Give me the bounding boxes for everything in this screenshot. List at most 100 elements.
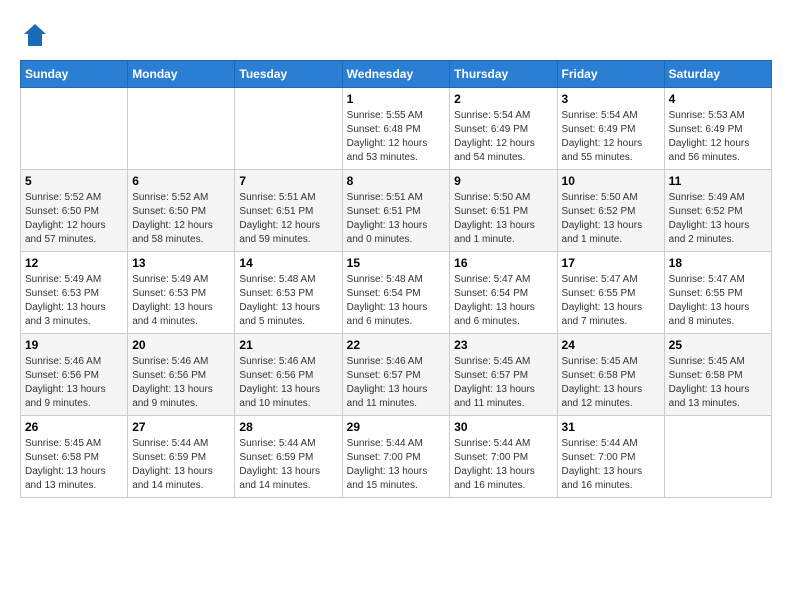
day-info: Sunrise: 5:48 AM Sunset: 6:54 PM Dayligh… [347, 273, 446, 329]
day-header-monday: Monday [128, 61, 235, 88]
day-header-wednesday: Wednesday [342, 61, 450, 88]
calendar-cell: 1 Sunrise: 5:55 AM Sunset: 6:48 PM Daylig… [342, 88, 450, 170]
day-number: 29 [347, 420, 446, 434]
day-info: Sunrise: 5:52 AM Sunset: 6:50 PM Dayligh… [132, 191, 230, 247]
day-number: 7 [239, 174, 337, 188]
day-number: 14 [239, 256, 337, 270]
calendar-week-4: 19 Sunrise: 5:46 AM Sunset: 6:56 PM Dayli… [21, 334, 772, 416]
day-info: Sunrise: 5:48 AM Sunset: 6:53 PM Dayligh… [239, 273, 337, 329]
day-header-friday: Friday [557, 61, 664, 88]
calendar-cell: 27 Sunrise: 5:44 AM Sunset: 6:59 PM Dayli… [128, 416, 235, 498]
calendar-cell: 31Sunrise: 5:44 AM Sunset: 7:00 PM Dayli… [557, 416, 664, 498]
day-info: Sunrise: 5:49 AM Sunset: 6:52 PM Dayligh… [669, 191, 767, 247]
day-number: 6 [132, 174, 230, 188]
calendar-cell: 6 Sunrise: 5:52 AM Sunset: 6:50 PM Daylig… [128, 170, 235, 252]
day-header-sunday: Sunday [21, 61, 128, 88]
day-info: Sunrise: 5:46 AM Sunset: 6:57 PM Dayligh… [347, 355, 446, 411]
day-info: Sunrise: 5:54 AM Sunset: 6:49 PM Dayligh… [562, 109, 660, 165]
day-info: Sunrise: 5:45 AM Sunset: 6:58 PM Dayligh… [669, 355, 767, 411]
day-number: 30 [454, 420, 552, 434]
day-info: Sunrise: 5:45 AM Sunset: 6:58 PM Dayligh… [25, 437, 123, 493]
day-info: Sunrise: 5:52 AM Sunset: 6:50 PM Dayligh… [25, 191, 123, 247]
calendar-cell: 4 Sunrise: 5:53 AM Sunset: 6:49 PM Daylig… [664, 88, 771, 170]
day-info: Sunrise: 5:49 AM Sunset: 6:53 PM Dayligh… [25, 273, 123, 329]
day-header-thursday: Thursday [450, 61, 557, 88]
calendar-week-1: 1 Sunrise: 5:55 AM Sunset: 6:48 PM Daylig… [21, 88, 772, 170]
page-header [20, 20, 772, 50]
day-info: Sunrise: 5:46 AM Sunset: 6:56 PM Dayligh… [239, 355, 337, 411]
day-info: Sunrise: 5:49 AM Sunset: 6:53 PM Dayligh… [132, 273, 230, 329]
calendar-cell: 12 Sunrise: 5:49 AM Sunset: 6:53 PM Dayli… [21, 252, 128, 334]
calendar-cell: 7 Sunrise: 5:51 AM Sunset: 6:51 PM Daylig… [235, 170, 342, 252]
day-info: Sunrise: 5:50 AM Sunset: 6:52 PM Dayligh… [562, 191, 660, 247]
day-number: 12 [25, 256, 123, 270]
day-info: Sunrise: 5:46 AM Sunset: 6:56 PM Dayligh… [25, 355, 123, 411]
day-number: 10 [562, 174, 660, 188]
day-info: Sunrise: 5:44 AM Sunset: 7:00 PM Dayligh… [562, 437, 660, 493]
day-number: 8 [347, 174, 446, 188]
day-number: 23 [454, 338, 552, 352]
day-number: 3 [562, 92, 660, 106]
calendar-cell: 19 Sunrise: 5:46 AM Sunset: 6:56 PM Dayli… [21, 334, 128, 416]
calendar-cell: 10 Sunrise: 5:50 AM Sunset: 6:52 PM Dayli… [557, 170, 664, 252]
day-number: 1 [347, 92, 446, 106]
day-number: 9 [454, 174, 552, 188]
day-info: Sunrise: 5:54 AM Sunset: 6:49 PM Dayligh… [454, 109, 552, 165]
calendar-cell [664, 416, 771, 498]
day-number: 17 [562, 256, 660, 270]
day-info: Sunrise: 5:53 AM Sunset: 6:49 PM Dayligh… [669, 109, 767, 165]
day-number: 16 [454, 256, 552, 270]
calendar-cell: 13Sunrise: 5:49 AM Sunset: 6:53 PM Dayli… [128, 252, 235, 334]
calendar-cell: 29 Sunrise: 5:44 AM Sunset: 7:00 PM Dayli… [342, 416, 450, 498]
day-number: 5 [25, 174, 123, 188]
calendar-cell: 21 Sunrise: 5:46 AM Sunset: 6:56 PM Dayli… [235, 334, 342, 416]
day-info: Sunrise: 5:44 AM Sunset: 7:00 PM Dayligh… [454, 437, 552, 493]
day-number: 18 [669, 256, 767, 270]
calendar-week-3: 12 Sunrise: 5:49 AM Sunset: 6:53 PM Dayli… [21, 252, 772, 334]
day-info: Sunrise: 5:50 AM Sunset: 6:51 PM Dayligh… [454, 191, 552, 247]
calendar-cell: 15 Sunrise: 5:48 AM Sunset: 6:54 PM Dayli… [342, 252, 450, 334]
day-number: 4 [669, 92, 767, 106]
calendar-header-row: SundayMondayTuesdayWednesdayThursdayFrid… [21, 61, 772, 88]
calendar-cell: 9 Sunrise: 5:50 AM Sunset: 6:51 PM Daylig… [450, 170, 557, 252]
calendar-cell [235, 88, 342, 170]
calendar-cell: 2 Sunrise: 5:54 AM Sunset: 6:49 PM Daylig… [450, 88, 557, 170]
calendar-cell: 14 Sunrise: 5:48 AM Sunset: 6:53 PM Dayli… [235, 252, 342, 334]
calendar-cell: 18 Sunrise: 5:47 AM Sunset: 6:55 PM Dayli… [664, 252, 771, 334]
day-number: 19 [25, 338, 123, 352]
calendar-cell: 8 Sunrise: 5:51 AM Sunset: 6:51 PM Daylig… [342, 170, 450, 252]
logo-icon [20, 20, 50, 50]
calendar-cell: 23 Sunrise: 5:45 AM Sunset: 6:57 PM Dayli… [450, 334, 557, 416]
day-info: Sunrise: 5:44 AM Sunset: 6:59 PM Dayligh… [239, 437, 337, 493]
day-number: 27 [132, 420, 230, 434]
calendar-cell: 17 Sunrise: 5:47 AM Sunset: 6:55 PM Dayli… [557, 252, 664, 334]
day-number: 21 [239, 338, 337, 352]
calendar-week-2: 5 Sunrise: 5:52 AM Sunset: 6:50 PM Daylig… [21, 170, 772, 252]
day-number: 2 [454, 92, 552, 106]
day-number: 26 [25, 420, 123, 434]
day-info: Sunrise: 5:46 AM Sunset: 6:56 PM Dayligh… [132, 355, 230, 411]
day-info: Sunrise: 5:44 AM Sunset: 6:59 PM Dayligh… [132, 437, 230, 493]
day-info: Sunrise: 5:47 AM Sunset: 6:55 PM Dayligh… [669, 273, 767, 329]
day-info: Sunrise: 5:51 AM Sunset: 6:51 PM Dayligh… [347, 191, 446, 247]
logo [20, 20, 54, 50]
day-number: 25 [669, 338, 767, 352]
calendar-table: SundayMondayTuesdayWednesdayThursdayFrid… [20, 60, 772, 498]
calendar-cell: 30 Sunrise: 5:44 AM Sunset: 7:00 PM Dayli… [450, 416, 557, 498]
day-info: Sunrise: 5:55 AM Sunset: 6:48 PM Dayligh… [347, 109, 446, 165]
calendar-week-5: 26 Sunrise: 5:45 AM Sunset: 6:58 PM Dayli… [21, 416, 772, 498]
calendar-cell: 16 Sunrise: 5:47 AM Sunset: 6:54 PM Dayli… [450, 252, 557, 334]
day-info: Sunrise: 5:51 AM Sunset: 6:51 PM Dayligh… [239, 191, 337, 247]
day-number: 22 [347, 338, 446, 352]
calendar-cell: 11Sunrise: 5:49 AM Sunset: 6:52 PM Dayli… [664, 170, 771, 252]
calendar-cell: 25 Sunrise: 5:45 AM Sunset: 6:58 PM Dayli… [664, 334, 771, 416]
day-info: Sunrise: 5:47 AM Sunset: 6:54 PM Dayligh… [454, 273, 552, 329]
calendar-cell [21, 88, 128, 170]
day-number: 28 [239, 420, 337, 434]
calendar-cell [128, 88, 235, 170]
day-number: 15 [347, 256, 446, 270]
day-info: Sunrise: 5:47 AM Sunset: 6:55 PM Dayligh… [562, 273, 660, 329]
day-header-saturday: Saturday [664, 61, 771, 88]
day-info: Sunrise: 5:44 AM Sunset: 7:00 PM Dayligh… [347, 437, 446, 493]
day-info: Sunrise: 5:45 AM Sunset: 6:57 PM Dayligh… [454, 355, 552, 411]
